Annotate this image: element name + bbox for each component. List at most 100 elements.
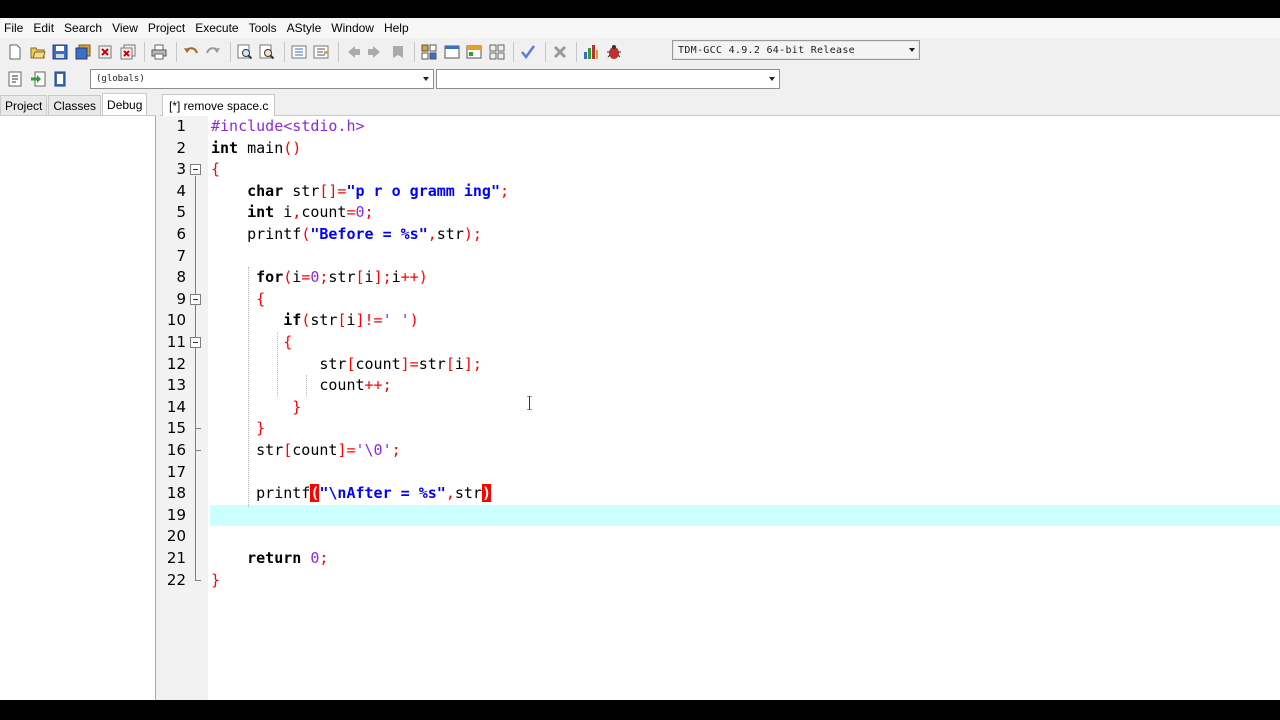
devcpp-window: File Edit Search View Project Execute To…: [0, 18, 1280, 700]
toolbar-separator: [337, 42, 339, 62]
line-number: 8: [176, 268, 186, 287]
code-line-21: return 0;: [247, 549, 329, 567]
chevron-down-icon: [769, 77, 775, 81]
bookmark-button[interactable]: [389, 43, 407, 61]
left-panel: Project Classes Debug: [0, 93, 156, 700]
code-area[interactable]: 1 2 3 4 5 6 7 8 9 10 11 12 13 14 15 16 1…: [160, 116, 1280, 700]
stop-button[interactable]: [551, 43, 569, 61]
editor-tab-strip: [*] remove space.c: [160, 94, 1280, 116]
line-number: 14: [166, 397, 186, 416]
close-file-icon: [98, 45, 112, 59]
code-line-1: #include<stdio.h>: [211, 117, 365, 135]
fold-end-marker: [195, 418, 201, 429]
code-line-15: }: [256, 419, 266, 438]
new-file-icon: [9, 44, 21, 60]
fold-end-marker: [195, 440, 201, 451]
undo-icon: [183, 47, 198, 54]
print-icon: [151, 44, 167, 60]
undo-button[interactable]: [182, 43, 200, 61]
menu-search[interactable]: Search: [64, 21, 109, 35]
code-line-22: }: [211, 570, 221, 589]
new-file-button[interactable]: [6, 43, 24, 61]
line-number: 9: [176, 289, 186, 308]
toggle-bookmark-button[interactable]: [51, 70, 69, 88]
top-black-bar: [0, 0, 1280, 18]
close-file-button[interactable]: [96, 43, 114, 61]
line-number: 17: [166, 462, 186, 481]
scope-select[interactable]: (globals): [90, 69, 434, 89]
class-browser-button[interactable]: [465, 43, 483, 61]
toolbar-separator: [414, 42, 415, 62]
file-tab[interactable]: [*] remove space.c: [162, 94, 276, 116]
code-line-18: printf("\nAfter = %s",str): [256, 484, 491, 503]
line-number: 3: [176, 160, 186, 179]
goto-button[interactable]: [29, 70, 47, 88]
menu-view[interactable]: View: [112, 21, 145, 35]
code-line-4: char str[]="p r o gramm ing";: [247, 181, 510, 200]
goto-arrow-icon: [30, 71, 45, 87]
chart-button[interactable]: [582, 43, 600, 61]
menu-project[interactable]: Project: [148, 21, 192, 35]
window-button[interactable]: [443, 43, 461, 61]
toolbar-separator: [175, 42, 177, 62]
fold-toggle[interactable]: [190, 164, 201, 175]
open-file-button[interactable]: [29, 43, 47, 61]
tab-classes[interactable]: Classes: [48, 95, 102, 115]
layout-icon: [489, 44, 504, 60]
tab-debug[interactable]: Debug: [102, 93, 148, 115]
line-number: 18: [166, 484, 186, 503]
toolbar-separator: [283, 42, 285, 62]
menu-help[interactable]: Help: [384, 21, 416, 35]
close-all-button[interactable]: [119, 43, 137, 61]
replace-icon: [259, 44, 275, 60]
save-all-button[interactable]: [74, 43, 92, 61]
chevron-down-icon: [909, 48, 915, 52]
find-button[interactable]: [236, 43, 254, 61]
menu-window[interactable]: Window: [331, 21, 381, 35]
redo-button[interactable]: [204, 43, 222, 61]
line-number: 1: [176, 117, 186, 135]
menu-astyle[interactable]: AStyle: [287, 21, 329, 35]
line-number: 20: [166, 527, 186, 546]
line-number: 22: [166, 570, 186, 589]
insert-icon: [8, 71, 22, 87]
unindent-button[interactable]: [312, 43, 330, 61]
compiler-select[interactable]: TDM-GCC 4.9.2 64-bit Release: [672, 40, 920, 60]
indent-button[interactable]: [290, 43, 308, 61]
code-line-3: {: [211, 160, 221, 179]
save-button[interactable]: [51, 43, 69, 61]
code-line-11: {: [283, 333, 293, 351]
fold-toggle[interactable]: [190, 337, 201, 348]
active-line-highlight: [210, 504, 1280, 527]
window-icon: [444, 45, 459, 59]
toolbar-separator: [144, 42, 145, 62]
symbol-select[interactable]: [436, 69, 780, 89]
layout-button[interactable]: [488, 43, 506, 61]
scope-select-value: (globals): [96, 74, 145, 84]
code-editor[interactable]: 1 2 3 4 5 6 7 8 9 10 11 12 13 14 15 16 1…: [160, 116, 1280, 700]
menu-bar: File Edit Search View Project Execute To…: [0, 18, 1280, 38]
menu-file[interactable]: File: [4, 21, 30, 35]
bookmark-icon: [392, 46, 403, 58]
menu-execute[interactable]: Execute: [195, 21, 245, 35]
nav-forward-button[interactable]: [366, 43, 384, 61]
insert-button[interactable]: [6, 70, 24, 88]
fold-end-marker: [195, 570, 201, 581]
ibeam-cursor-icon: [527, 396, 532, 410]
debug-button[interactable]: [605, 43, 623, 61]
new-project-button[interactable]: [420, 43, 438, 61]
fold-toggle[interactable]: [190, 294, 201, 305]
project-grid-icon: [421, 44, 437, 60]
line-number: 4: [176, 181, 186, 200]
line-number: 19: [166, 505, 186, 524]
tab-project[interactable]: Project: [0, 95, 48, 115]
print-button[interactable]: [150, 43, 168, 61]
check-syntax-button[interactable]: [519, 43, 537, 61]
code-line-14: }: [292, 397, 302, 416]
nav-back-button[interactable]: [344, 43, 362, 61]
save-icon: [52, 44, 68, 60]
line-number: 5: [176, 203, 186, 222]
menu-tools[interactable]: Tools: [249, 21, 284, 35]
menu-edit[interactable]: Edit: [33, 21, 61, 35]
replace-button[interactable]: [258, 43, 276, 61]
